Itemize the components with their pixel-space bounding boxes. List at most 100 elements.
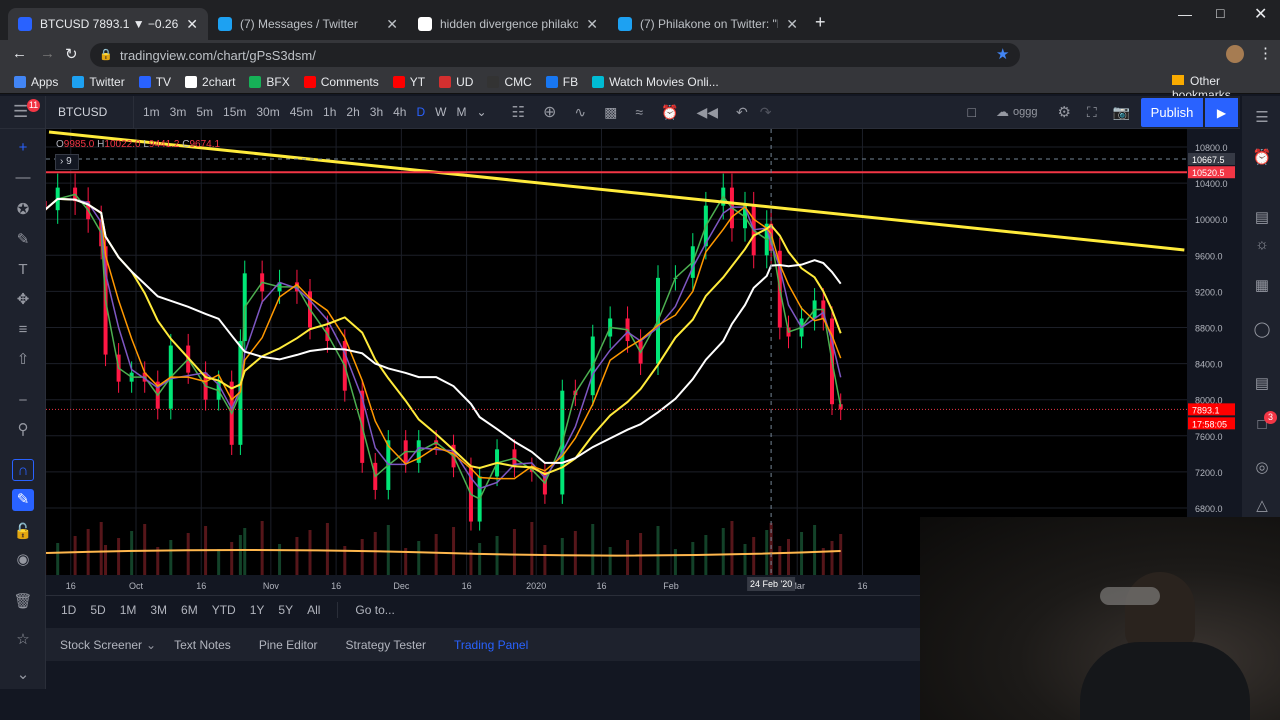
pattern-icon[interactable]: ✥ xyxy=(12,289,34,311)
bookmark-item[interactable]: FB xyxy=(545,75,578,89)
collapse-chevron-icon[interactable]: ⌄ xyxy=(12,664,34,686)
compare-add-icon[interactable]: ⊕ xyxy=(543,102,556,122)
screener-dropdown-icon[interactable]: ⌄ xyxy=(146,638,156,652)
financials-icon[interactable]: ▩ xyxy=(604,104,617,121)
show-hide-eye-icon[interactable]: ◉ xyxy=(12,549,34,571)
bookmark-item[interactable]: Apps xyxy=(14,75,58,89)
range-1Y[interactable]: 1Y xyxy=(243,603,272,617)
reload-icon[interactable]: ↻ xyxy=(65,45,78,63)
range-6M[interactable]: 6M xyxy=(174,603,205,617)
replay-icon[interactable]: ◀◀ xyxy=(697,104,719,121)
undo-icon[interactable]: ↶ xyxy=(736,104,748,121)
profile-avatar[interactable] xyxy=(1226,45,1244,63)
alert-icon[interactable]: ⏰ xyxy=(661,104,678,121)
alarm-clock-icon[interactable]: ⏰ xyxy=(1251,148,1273,170)
timeframe-1h[interactable]: 1h xyxy=(318,105,341,119)
redo-icon[interactable]: ↷ xyxy=(760,104,772,121)
fullscreen-icon[interactable]: ⛶ xyxy=(1087,104,1097,121)
favorites-star-icon[interactable]: ☆ xyxy=(12,629,34,651)
range-1D[interactable]: 1D xyxy=(54,603,83,617)
range-1M[interactable]: 1M xyxy=(113,603,144,617)
panel-tab[interactable]: Text Notes xyxy=(160,638,245,652)
range-5Y[interactable]: 5Y xyxy=(271,603,300,617)
bookmark-item[interactable]: YT xyxy=(392,75,425,89)
data-window-icon[interactable]: ▤ xyxy=(1251,208,1273,230)
bookmark-item[interactable]: Watch Movies Onli... xyxy=(592,75,719,89)
lock-drawings-icon[interactable]: 🔓 xyxy=(12,521,34,543)
layout-icon[interactable]: □ xyxy=(968,104,976,120)
indicators-collapse-button[interactable]: › 9 xyxy=(55,154,79,170)
bookmark-item[interactable]: TV xyxy=(138,75,171,89)
trash-icon[interactable]: 🗑 xyxy=(12,591,34,613)
stay-drawing-icon[interactable]: ✎ xyxy=(12,489,34,511)
new-tab-button[interactable]: + xyxy=(815,12,826,33)
timeframe-dropdown-icon[interactable]: ⌄ xyxy=(471,105,491,119)
crosshair-icon[interactable]: + xyxy=(12,137,34,159)
trendline-tool-icon[interactable]: — xyxy=(12,167,34,189)
pitchfork-icon[interactable]: ✪ xyxy=(12,199,34,221)
bookmark-item[interactable]: Comments xyxy=(303,75,379,89)
range-All[interactable]: All xyxy=(300,603,327,617)
magnet-icon[interactable]: ∩ xyxy=(12,459,34,481)
settings-gear-icon[interactable]: ⚙ xyxy=(1057,103,1070,121)
bookmark-item[interactable]: UD xyxy=(439,75,473,89)
panel-tab[interactable]: Stock Screener xyxy=(46,638,156,652)
timeframe-1m[interactable]: 1m xyxy=(138,105,165,119)
arrow-up-icon[interactable]: ⇧ xyxy=(12,349,34,371)
chart-type-icon[interactable]: ☷ xyxy=(512,103,525,121)
prediction-icon[interactable]: ≡ xyxy=(12,319,34,341)
range-5D[interactable]: 5D xyxy=(83,603,112,617)
chats-icon[interactable]: ▤ xyxy=(1251,374,1273,396)
notifications-bell-icon[interactable]: △ xyxy=(1251,496,1273,518)
brush-icon[interactable]: ✎ xyxy=(12,229,34,251)
text-tool-icon[interactable]: T xyxy=(12,259,34,281)
browser-tab[interactable]: hidden divergence philakonecryp ✕ xyxy=(408,8,608,40)
timeframe-3m[interactable]: 3m xyxy=(165,105,192,119)
close-window-button[interactable]: ✕ xyxy=(1254,4,1267,24)
close-tab-icon[interactable]: ✕ xyxy=(786,16,798,33)
timeframe-30m[interactable]: 30m xyxy=(251,105,284,119)
minimize-button[interactable]: — xyxy=(1178,6,1192,22)
close-tab-icon[interactable]: ✕ xyxy=(186,16,198,33)
cloud-icon[interactable]: ☁ xyxy=(996,104,1009,120)
panel-tab[interactable]: Pine Editor xyxy=(245,638,332,652)
url-input[interactable]: tradingview.com/chart/gPsS3dsm/ xyxy=(90,43,1020,67)
panel-tab[interactable]: Trading Panel xyxy=(440,638,542,652)
indicators-icon[interactable]: ∿ xyxy=(574,104,586,121)
maximize-button[interactable]: □ xyxy=(1216,5,1224,21)
timeframe-15m[interactable]: 15m xyxy=(218,105,251,119)
hotlist-flame-icon[interactable]: ☼ xyxy=(1251,236,1273,258)
bookmark-item[interactable]: Twitter xyxy=(72,75,125,89)
main-menu-button[interactable]: ☰ 11 xyxy=(0,95,46,129)
bookmark-item[interactable]: CMC xyxy=(487,75,532,89)
snapshot-camera-icon[interactable]: 📷 xyxy=(1113,104,1130,121)
timeframe-W[interactable]: W xyxy=(430,105,451,119)
timeframe-4h[interactable]: 4h xyxy=(388,105,411,119)
timeframe-2h[interactable]: 2h xyxy=(341,105,364,119)
back-icon[interactable]: ← xyxy=(12,45,27,62)
bookmark-item[interactable]: BFX xyxy=(249,75,290,89)
calendar-icon[interactable]: ▦ xyxy=(1251,276,1273,298)
publish-button[interactable]: Publish xyxy=(1141,98,1203,127)
symbol-search[interactable]: BTCUSD xyxy=(46,95,134,129)
timeframe-45m[interactable]: 45m xyxy=(285,105,318,119)
timeframe-M[interactable]: M xyxy=(451,105,471,119)
layout-name[interactable]: oggg xyxy=(1013,106,1037,118)
browser-menu-icon[interactable]: ⋮ xyxy=(1258,44,1273,62)
browser-tab[interactable]: (7) Philakone on Twitter: "Lesson ✕ xyxy=(608,8,808,40)
close-tab-icon[interactable]: ✕ xyxy=(386,16,398,33)
timeframe-3h[interactable]: 3h xyxy=(365,105,388,119)
streams-icon[interactable]: ◎ xyxy=(1251,458,1273,480)
timeframe-D[interactable]: D xyxy=(411,105,430,119)
timeframe-5m[interactable]: 5m xyxy=(191,105,218,119)
browser-tab[interactable]: (7) Messages / Twitter ✕ xyxy=(208,8,408,40)
browser-tab[interactable]: BTCUSD 7893.1 ▼ −0.26% oggg ✕ xyxy=(8,8,208,40)
panel-tab[interactable]: Strategy Tester xyxy=(332,638,440,652)
publish-idea-play-icon[interactable]: ▶ xyxy=(1205,98,1238,127)
zoom-icon[interactable]: ⚲ xyxy=(12,419,34,441)
range-3M[interactable]: 3M xyxy=(143,603,174,617)
templates-icon[interactable]: ≈ xyxy=(635,104,643,120)
goto-date-button[interactable]: Go to... xyxy=(348,603,401,617)
watchlist-icon[interactable]: ☰ xyxy=(1251,108,1273,130)
ruler-icon[interactable]: ⎯ xyxy=(12,389,34,411)
